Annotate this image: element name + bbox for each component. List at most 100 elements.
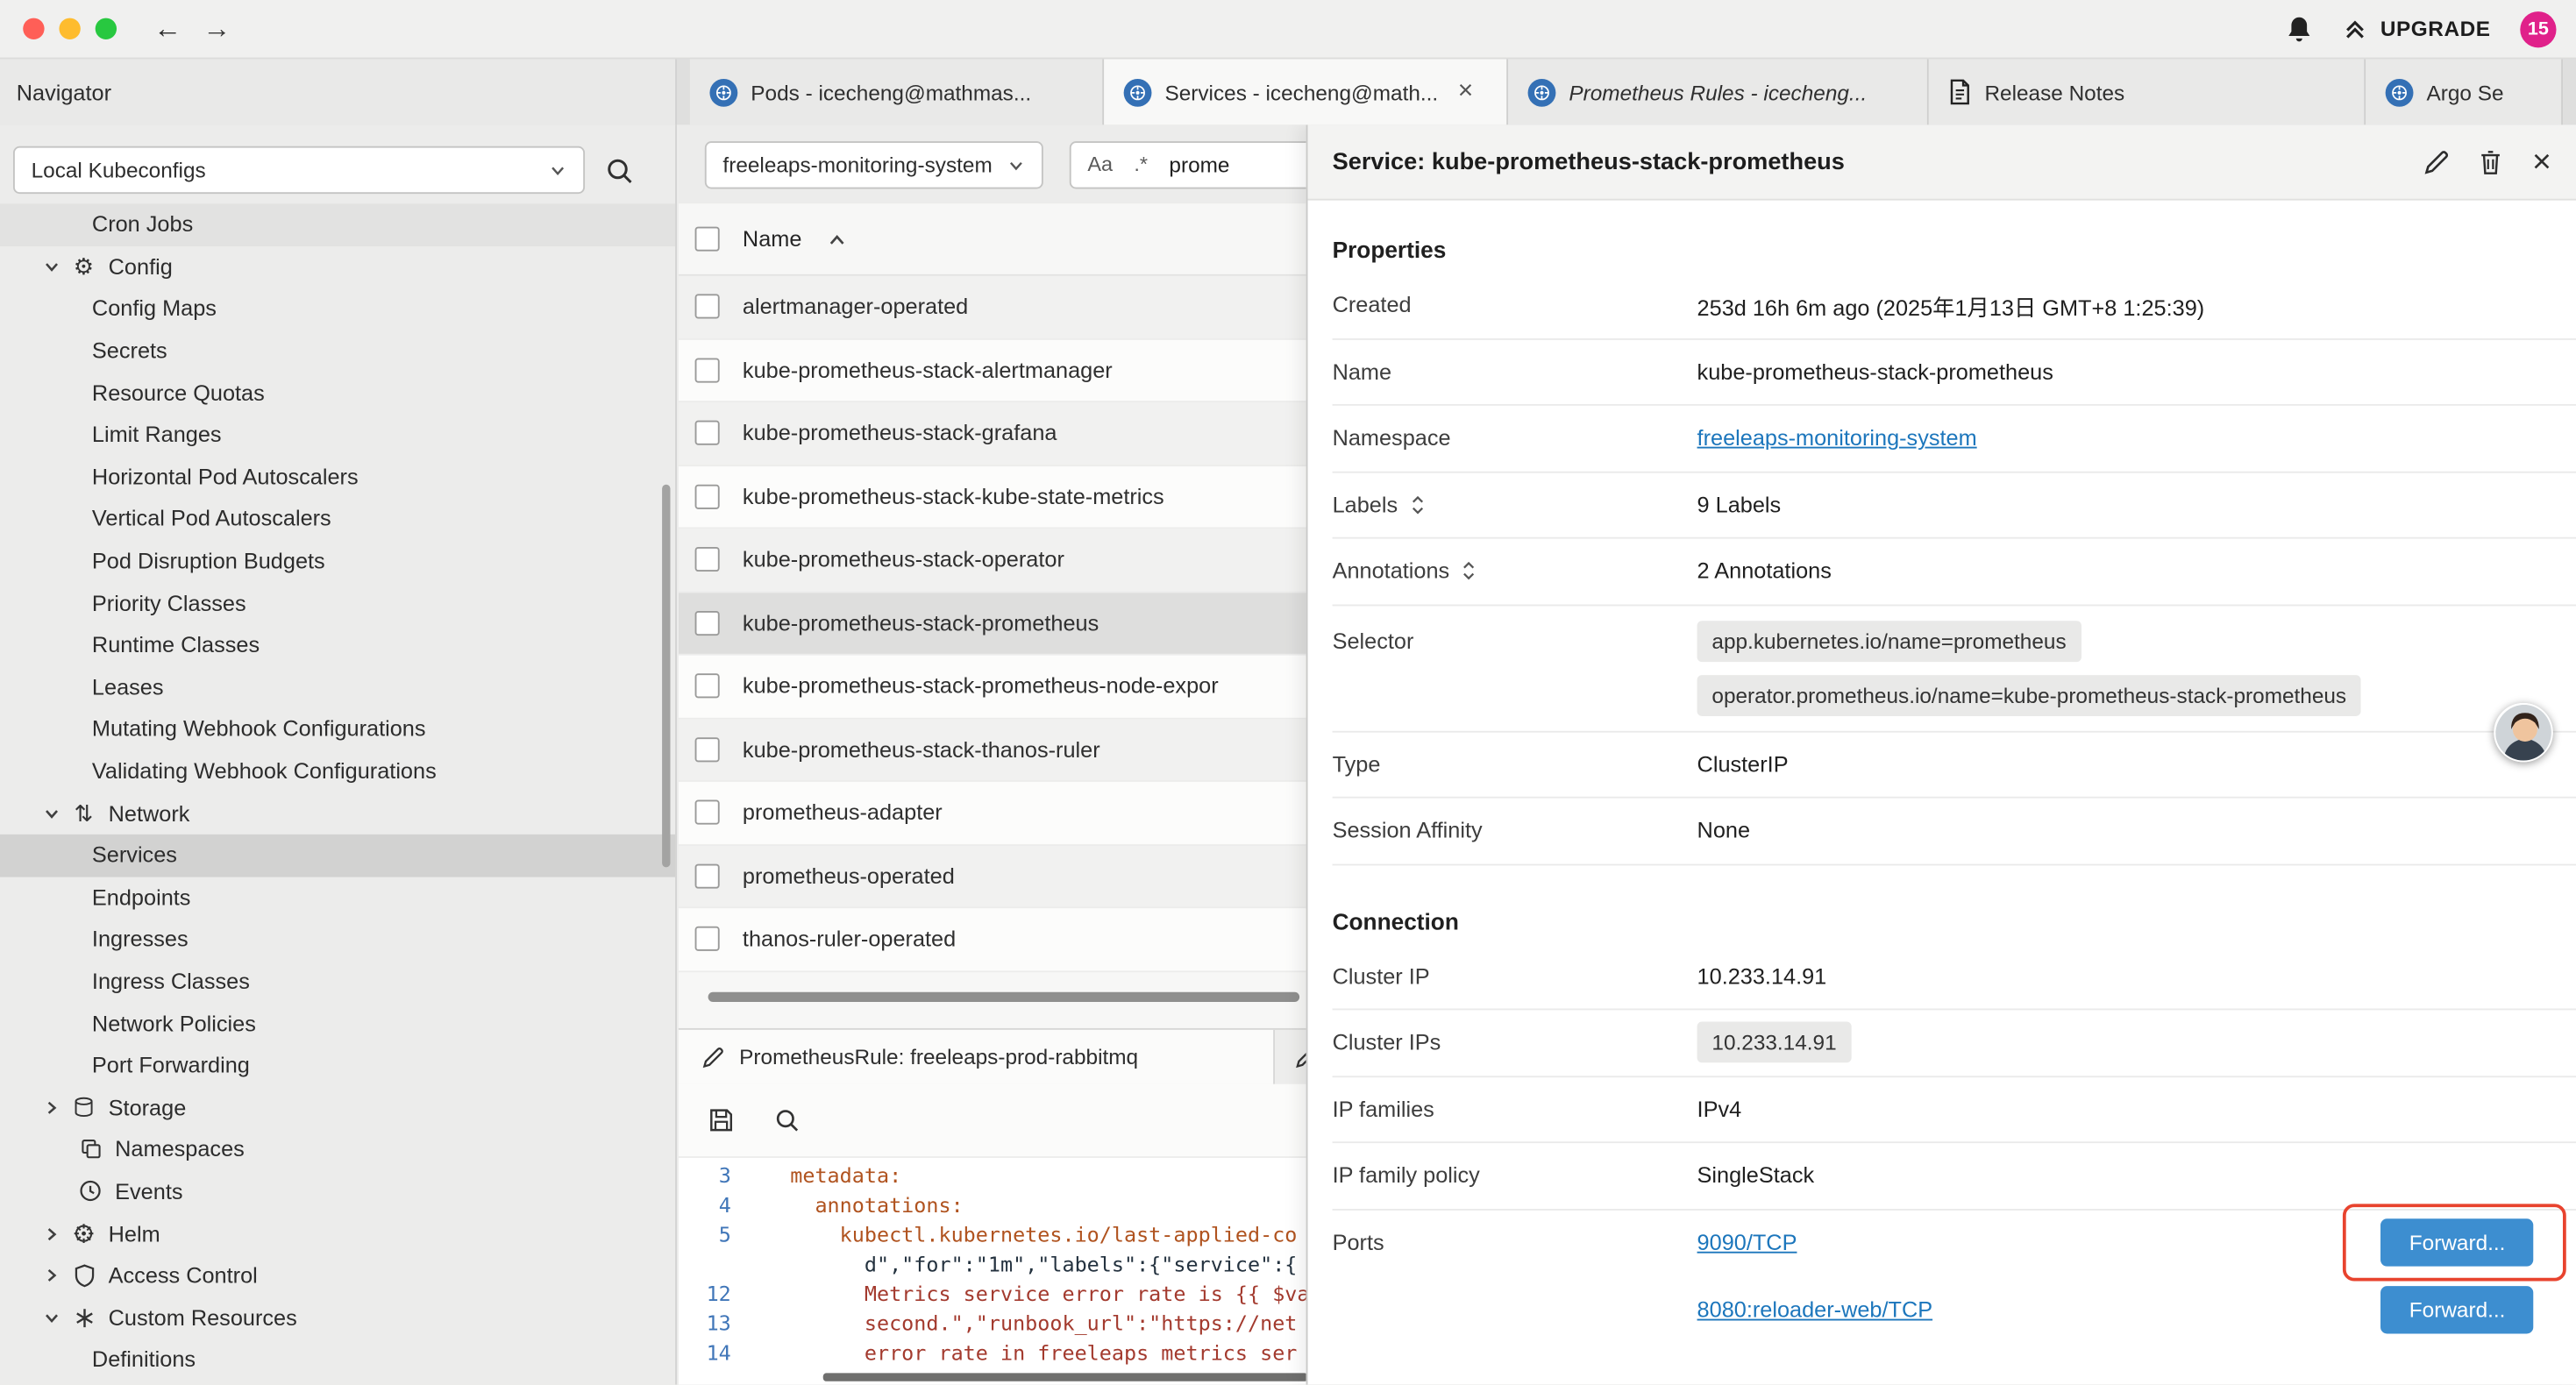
- edit-pencil-icon[interactable]: [2423, 149, 2450, 175]
- sidebar-item-config-maps[interactable]: Config Maps: [0, 288, 675, 330]
- sidebar-item-pod-disruption-budgets[interactable]: Pod Disruption Budgets: [0, 540, 675, 582]
- upgrade-button[interactable]: UPGRADE: [2343, 17, 2491, 41]
- row-checkbox[interactable]: [695, 295, 720, 319]
- table-row[interactable]: kube-prometheus-stack-alertmanager: [679, 339, 1308, 402]
- dock-tab-prometheusrule[interactable]: PrometheusRule: freeleaps-prod-rabbitmq: [679, 1030, 1275, 1084]
- table-row[interactable]: prometheus-adapter: [679, 782, 1308, 845]
- sidebar-item-ingress-classes[interactable]: Ingress Classes: [0, 961, 675, 1003]
- sidebar-item-helm[interactable]: Helm: [0, 1212, 675, 1254]
- minimize-window-button[interactable]: [59, 18, 80, 39]
- tab-argo[interactable]: Argo Se: [2366, 59, 2563, 124]
- table-row[interactable]: prometheus-operated: [679, 845, 1308, 908]
- sidebar-item-horizontal-pod-autoscalers[interactable]: Horizontal Pod Autoscalers: [0, 456, 675, 498]
- edit-pencil-icon: [701, 1046, 724, 1069]
- save-icon[interactable]: [708, 1107, 735, 1133]
- sort-ascending-icon[interactable]: [828, 232, 846, 245]
- port-link-8080[interactable]: 8080:reloader-web/TCP: [1697, 1297, 1933, 1322]
- sidebar-item-validating-webhook-configurations[interactable]: Validating Webhook Configurations: [0, 750, 675, 792]
- editor-search-icon[interactable]: [774, 1107, 801, 1133]
- sidebar-item-secrets[interactable]: Secrets: [0, 330, 675, 372]
- property-row-created: Created 253d 16h 6m ago (2025年1月13日 GMT+…: [1333, 273, 2576, 339]
- sidebar-item-priority-classes[interactable]: Priority Classes: [0, 582, 675, 624]
- sidebar-item-events[interactable]: Events: [0, 1170, 675, 1212]
- row-checkbox[interactable]: [695, 800, 720, 825]
- namespace-link[interactable]: freeleaps-monitoring-system: [1697, 426, 1977, 451]
- regex-toggle[interactable]: .*: [1134, 153, 1148, 175]
- sidebar-item-config[interactable]: ⚙ Config: [0, 245, 675, 288]
- chevron-down-icon[interactable]: [43, 258, 62, 276]
- sidebar-item-cron-jobs[interactable]: Cron Jobs: [0, 203, 675, 245]
- sidebar-item-vertical-pod-autoscalers[interactable]: Vertical Pod Autoscalers: [0, 498, 675, 540]
- port-link-9090[interactable]: 9090/TCP: [1697, 1231, 1797, 1255]
- sidebar-item-services[interactable]: Services: [0, 835, 675, 877]
- list-search-input[interactable]: Aa .* prome: [1070, 140, 1308, 188]
- close-window-button[interactable]: [23, 18, 44, 39]
- table-row[interactable]: kube-prometheus-stack-prometheus-node-ex…: [679, 656, 1308, 719]
- table-row[interactable]: kube-prometheus-stack-operator: [679, 529, 1308, 592]
- close-drawer-icon[interactable]: ×: [2532, 146, 2551, 178]
- chevron-right-icon[interactable]: [43, 1225, 62, 1243]
- chevron-down-icon[interactable]: [43, 1309, 62, 1327]
- notification-count-badge[interactable]: 15: [2520, 11, 2556, 46]
- sidebar-item-leases[interactable]: Leases: [0, 666, 675, 708]
- dock-tab-next[interactable]: [1275, 1030, 1307, 1084]
- forward-port-button[interactable]: Forward...: [2381, 1219, 2533, 1267]
- sidebar-item-storage[interactable]: Storage: [0, 1086, 675, 1128]
- sidebar-item-namespaces[interactable]: Namespaces: [0, 1128, 675, 1170]
- zoom-window-button[interactable]: [96, 18, 117, 39]
- sidebar-scrollbar[interactable]: [662, 485, 670, 868]
- row-checkbox[interactable]: [695, 674, 720, 699]
- sidebar-item-network-policies[interactable]: Network Policies: [0, 1002, 675, 1044]
- row-checkbox[interactable]: [695, 358, 720, 382]
- table-row[interactable]: alertmanager-operated: [679, 276, 1308, 339]
- back-button[interactable]: ←: [143, 4, 192, 53]
- editor-horizontal-scrollbar[interactable]: [823, 1373, 1308, 1381]
- user-avatar[interactable]: [2494, 703, 2552, 762]
- sidebar-item-definitions[interactable]: Definitions: [0, 1339, 675, 1381]
- sidebar-item-network[interactable]: ⇅ Network: [0, 792, 675, 835]
- sidebar-item-ingresses[interactable]: Ingresses: [0, 919, 675, 961]
- chevron-right-icon[interactable]: [43, 1267, 62, 1285]
- close-tab-icon[interactable]: ×: [1458, 77, 1474, 107]
- row-checkbox[interactable]: [695, 421, 720, 445]
- row-checkbox[interactable]: [695, 484, 720, 508]
- tab-release-notes[interactable]: Release Notes: [1929, 59, 2366, 124]
- expand-collapse-chevrons-icon[interactable]: [1461, 560, 1477, 581]
- sidebar-item-custom-resources[interactable]: Custom Resources: [0, 1296, 675, 1339]
- list-horizontal-scrollbar[interactable]: [708, 992, 1300, 1002]
- table-row[interactable]: kube-prometheus-stack-thanos-ruler: [679, 719, 1308, 782]
- chevron-down-icon[interactable]: [43, 804, 62, 822]
- row-checkbox[interactable]: [695, 547, 720, 572]
- table-row[interactable]: kube-prometheus-stack-grafana: [679, 402, 1308, 465]
- table-row[interactable]: thanos-ruler-operated: [679, 908, 1308, 971]
- sidebar-item-resource-quotas[interactable]: Resource Quotas: [0, 372, 675, 414]
- chevron-right-icon[interactable]: [43, 1098, 62, 1117]
- table-row[interactable]: kube-prometheus-stack-kube-state-metrics: [679, 465, 1308, 529]
- select-all-checkbox[interactable]: [695, 227, 720, 252]
- sidebar-search-icon[interactable]: [605, 155, 635, 185]
- notifications-bell-icon[interactable]: [2285, 14, 2313, 44]
- expand-collapse-chevrons-icon[interactable]: [1409, 494, 1426, 515]
- sidebar-item-port-forwarding[interactable]: Port Forwarding: [0, 1044, 675, 1086]
- sidebar-item-limit-ranges[interactable]: Limit Ranges: [0, 414, 675, 456]
- delete-trash-icon[interactable]: [2480, 149, 2502, 175]
- forward-port-button[interactable]: Forward...: [2381, 1286, 2533, 1333]
- yaml-editor[interactable]: 3metadata: 4 annotations: 5 kubectl.kube…: [679, 1158, 1308, 1385]
- table-row-selected[interactable]: kube-prometheus-stack-prometheus: [679, 592, 1308, 655]
- sidebar-item-access-control[interactable]: Access Control: [0, 1254, 675, 1296]
- tab-prometheus-rules[interactable]: Prometheus Rules - icecheng...: [1508, 59, 1929, 124]
- sidebar-item-mutating-webhook-configurations[interactable]: Mutating Webhook Configurations: [0, 708, 675, 750]
- row-checkbox[interactable]: [695, 927, 720, 951]
- tab-pods[interactable]: Pods - icecheng@mathmas...: [690, 59, 1104, 124]
- forward-button[interactable]: →: [192, 4, 241, 53]
- tab-services[interactable]: Services - icecheng@math... ×: [1104, 59, 1508, 124]
- row-checkbox[interactable]: [695, 611, 720, 636]
- sidebar-item-runtime-classes[interactable]: Runtime Classes: [0, 624, 675, 666]
- name-column-header[interactable]: Name: [743, 227, 801, 252]
- row-checkbox[interactable]: [695, 737, 720, 762]
- match-case-toggle[interactable]: Aa: [1087, 153, 1113, 175]
- row-checkbox[interactable]: [695, 863, 720, 888]
- namespace-filter-select[interactable]: freeleaps-monitoring-system: [705, 140, 1043, 188]
- kubeconfig-selector[interactable]: Local Kubeconfigs: [13, 146, 585, 194]
- sidebar-item-endpoints[interactable]: Endpoints: [0, 877, 675, 919]
